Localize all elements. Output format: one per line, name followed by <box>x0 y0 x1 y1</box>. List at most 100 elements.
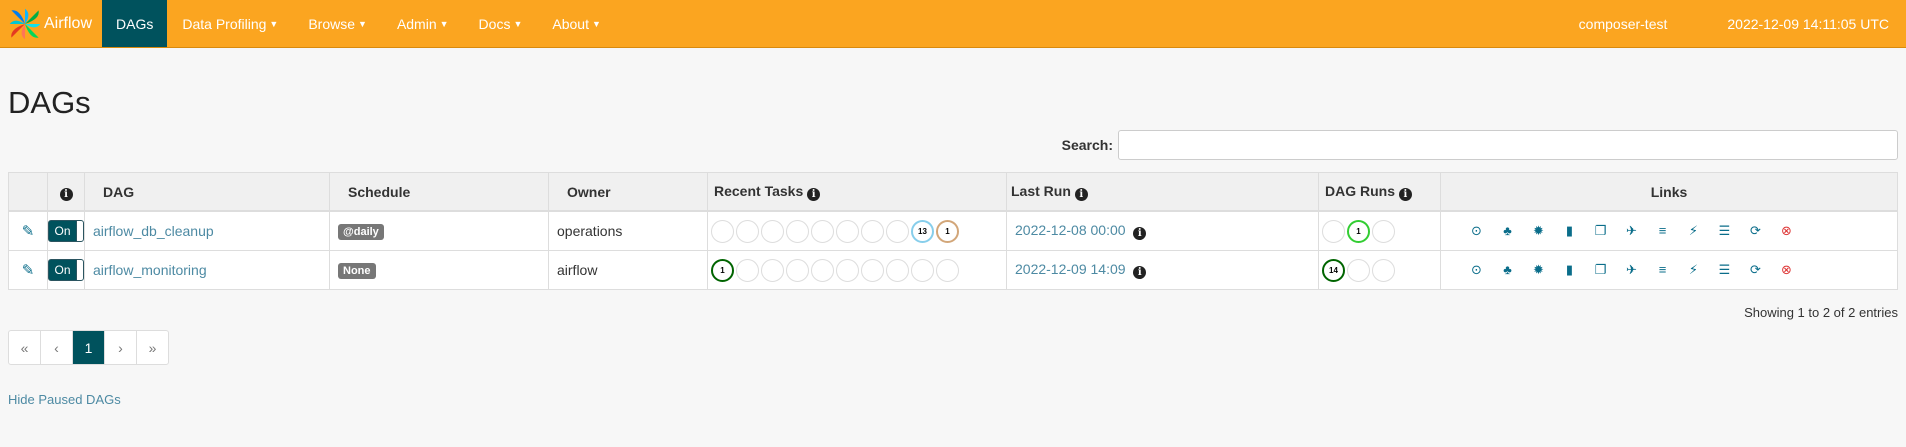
trigger-dag-icon[interactable]: ⊙ <box>1461 223 1492 239</box>
task-state-circle[interactable] <box>836 258 859 282</box>
search-input[interactable] <box>1118 130 1898 160</box>
nav-admin[interactable]: Admin ▼ <box>382 0 464 47</box>
delete-icon[interactable]: ⊗ <box>1771 223 1802 239</box>
nav-dags[interactable]: DAGs <box>102 0 168 47</box>
tree-view-icon[interactable]: ♣ <box>1492 223 1523 239</box>
header-owner[interactable]: Owner <box>548 172 708 212</box>
task-state-circle[interactable]: 13 <box>911 219 934 243</box>
task-state-circle[interactable] <box>761 219 784 243</box>
trigger-dag-icon[interactable]: ⊙ <box>1461 262 1492 278</box>
task-state-circle[interactable] <box>711 219 734 243</box>
hide-paused-dags-link[interactable]: Hide Paused DAGs <box>8 392 121 407</box>
task-state-circle[interactable] <box>911 258 934 282</box>
brand-label: Airflow <box>44 14 93 32</box>
refresh-icon[interactable]: ⟳ <box>1740 262 1771 278</box>
landing-times-icon[interactable]: ✈ <box>1616 223 1647 239</box>
header-dag-runs-label: DAG Runs <box>1325 182 1395 199</box>
task-tries-icon[interactable]: ❐ <box>1585 262 1616 278</box>
task-state-circle[interactable] <box>886 258 909 282</box>
nav-docs[interactable]: Docs ▼ <box>464 0 538 47</box>
task-state-circle[interactable] <box>861 258 884 282</box>
logs-icon[interactable]: ☰ <box>1709 223 1740 239</box>
task-state-circle[interactable] <box>761 258 784 282</box>
dag-run-circle[interactable] <box>1372 258 1395 282</box>
task-state-circle[interactable]: 1 <box>936 219 959 243</box>
duration-icon[interactable]: ▮ <box>1554 262 1585 278</box>
schedule-badge[interactable]: @daily <box>338 224 384 240</box>
chevron-down-icon: ▼ <box>591 18 601 29</box>
nav-about[interactable]: About ▼ <box>537 0 616 47</box>
task-state-circle[interactable] <box>886 219 909 243</box>
last-page-button[interactable]: » <box>137 331 168 364</box>
dag-run-circle[interactable] <box>1322 219 1345 243</box>
task-state-circle[interactable] <box>836 219 859 243</box>
delete-icon[interactable]: ⊗ <box>1771 262 1802 278</box>
landing-times-icon[interactable]: ✈ <box>1616 262 1647 278</box>
task-state-circle[interactable] <box>811 258 834 282</box>
header-schedule[interactable]: Schedule <box>329 172 549 212</box>
chevron-down-icon: ▼ <box>439 18 449 29</box>
next-page-button[interactable]: › <box>105 331 137 364</box>
info-icon[interactable]: i <box>59 187 73 201</box>
toggle-label: On <box>54 224 71 238</box>
info-icon[interactable]: i <box>807 187 821 201</box>
info-icon[interactable]: i <box>1074 187 1088 201</box>
info-icon[interactable]: i <box>1133 266 1147 279</box>
logs-icon[interactable]: ☰ <box>1709 262 1740 278</box>
task-state-circle[interactable] <box>861 219 884 243</box>
last-run-link[interactable]: 2022-12-09 14:09 <box>1015 261 1126 277</box>
dag-run-circle[interactable] <box>1347 258 1370 282</box>
dag-link[interactable]: airflow_monitoring <box>93 262 207 278</box>
table-header-row: i DAG Schedule Owner Recent Tasks i Last… <box>8 172 1898 212</box>
code-icon[interactable]: ⚡ <box>1678 223 1709 239</box>
dag-run-circle[interactable]: 1 <box>1347 219 1370 243</box>
task-state-circle[interactable] <box>736 219 759 243</box>
refresh-icon[interactable]: ⟳ <box>1740 223 1771 239</box>
task-state-circle[interactable] <box>811 219 834 243</box>
dags-table: i DAG Schedule Owner Recent Tasks i Last… <box>8 172 1898 290</box>
table-row: ✎ On airflow_monitoring None airflow 1 2… <box>8 250 1898 290</box>
airflow-logo-icon <box>9 8 41 39</box>
header-dag[interactable]: DAG <box>84 172 330 212</box>
last-run-cell: 2022-12-08 00:00 i <box>1006 210 1319 251</box>
task-tries-icon[interactable]: ❐ <box>1585 223 1616 239</box>
header-info: i <box>47 172 85 212</box>
graph-view-icon[interactable]: ✹ <box>1523 223 1554 239</box>
task-state-circle[interactable]: 1 <box>711 258 734 282</box>
pause-toggle[interactable]: On <box>48 259 84 281</box>
pagination: « ‹ 1 › » <box>8 330 169 365</box>
tree-view-icon[interactable]: ♣ <box>1492 262 1523 278</box>
dag-run-circle[interactable] <box>1372 219 1395 243</box>
code-icon[interactable]: ⚡ <box>1678 262 1709 278</box>
duration-icon[interactable]: ▮ <box>1554 223 1585 239</box>
dag-link[interactable]: airflow_db_cleanup <box>93 223 214 239</box>
brand-link[interactable]: Airflow <box>0 0 102 47</box>
nav-browse[interactable]: Browse ▼ <box>293 0 382 47</box>
links-cell: ⊙ ♣ ✹ ▮ ❐ ✈ ≡ ⚡ ☰ ⟳ ⊗ <box>1440 210 1898 251</box>
first-page-button[interactable]: « <box>9 331 41 364</box>
info-icon[interactable]: i <box>1398 187 1412 201</box>
info-icon[interactable]: i <box>1133 227 1147 240</box>
schedule-badge[interactable]: None <box>338 263 376 279</box>
prev-page-button[interactable]: ‹ <box>41 331 73 364</box>
task-state-circle[interactable] <box>936 258 959 282</box>
header-edit <box>8 172 48 212</box>
task-state-circle[interactable] <box>786 258 809 282</box>
page-1-button[interactable]: 1 <box>73 331 105 364</box>
edit-icon[interactable]: ✎ <box>22 262 35 279</box>
dag-run-circle[interactable]: 14 <box>1322 258 1345 282</box>
last-run-cell: 2022-12-09 14:09 i <box>1006 250 1319 290</box>
gantt-icon[interactable]: ≡ <box>1647 223 1678 239</box>
nav-data-profiling-label: Data Profiling <box>182 15 267 32</box>
nav-admin-label: Admin <box>396 15 437 32</box>
pause-toggle[interactable]: On <box>48 220 84 242</box>
nav-data-profiling[interactable]: Data Profiling ▼ <box>167 0 293 47</box>
entries-summary: Showing 1 to 2 of 2 entries <box>1744 305 1898 320</box>
task-state-circle[interactable] <box>736 258 759 282</box>
gantt-icon[interactable]: ≡ <box>1647 262 1678 278</box>
edit-icon[interactable]: ✎ <box>22 223 35 240</box>
graph-view-icon[interactable]: ✹ <box>1523 262 1554 278</box>
task-state-circle[interactable] <box>786 219 809 243</box>
last-run-link[interactable]: 2022-12-08 00:00 <box>1015 222 1126 238</box>
edit-cell: ✎ <box>8 250 48 290</box>
